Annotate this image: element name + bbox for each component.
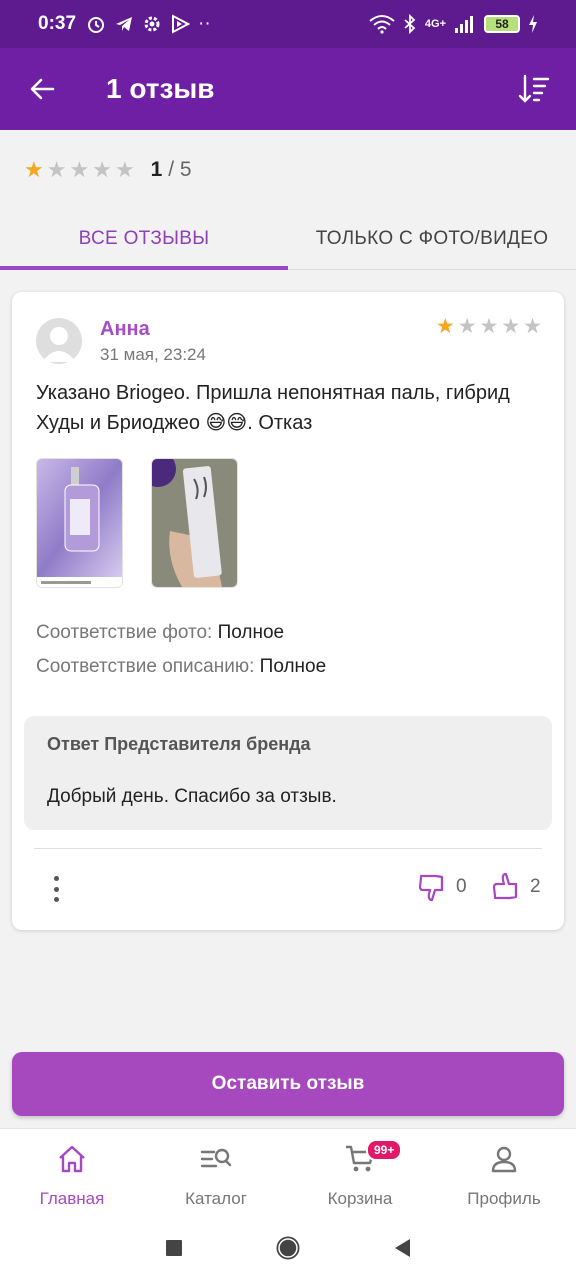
description-match-attribute: Соответствие описанию: Полное [36, 656, 326, 678]
product-photo-2 [152, 459, 237, 587]
star-icon: ★ [92, 157, 112, 182]
avatar-placeholder-icon [42, 327, 76, 362]
like-button[interactable]: 2 [492, 872, 541, 902]
brand-reply-text: Добрый день. Спасибо за отзыв. [47, 786, 337, 807]
star-icon: ★ [501, 315, 521, 338]
recents-square-icon[interactable] [164, 1238, 184, 1258]
review-card: Анна 31 мая, 23:24 ★ ★ ★ ★ ★ Указано Bri… [12, 292, 564, 930]
telegram-icon [116, 17, 133, 31]
attribute-value: Полное [217, 622, 285, 643]
home-circle-icon[interactable] [274, 1234, 302, 1262]
review-photo-1[interactable] [36, 458, 123, 588]
attribute-value: Полное [259, 656, 327, 677]
nav-label: Каталог [185, 1189, 247, 1208]
star-icon: ★ [457, 315, 477, 338]
review-text: Указано Briogeo. Пришла непонятная паль,… [36, 382, 510, 434]
review-author: Анна [100, 318, 150, 340]
alarm-icon [88, 17, 105, 33]
settings-icon [144, 16, 160, 32]
sort-icon [518, 74, 550, 103]
review-date: 31 мая, 23:24 [100, 345, 206, 364]
rating-row: ★ ★ ★ ★ ★ 1 / 5 [24, 158, 192, 182]
network-type: 4G+ [424, 18, 446, 30]
attribute-label: Соответствие описанию: [36, 656, 255, 677]
more-dots-icon: ·· [198, 13, 211, 34]
rating-number: 1 [150, 158, 163, 181]
dislike-button[interactable]: 0 [418, 872, 467, 902]
tab-all-reviews[interactable]: ВСЕ ОТЗЫВЫ [0, 208, 288, 270]
cart-badge: 99+ [366, 1139, 403, 1161]
star-icon: ★ [46, 157, 67, 182]
profile-icon [491, 1146, 517, 1173]
home-icon [59, 1145, 85, 1173]
nav-item-catalog[interactable]: Каталог [144, 1129, 288, 1216]
avatar [36, 318, 82, 364]
system-nav-bar [0, 1216, 576, 1280]
review-photo-2[interactable] [151, 458, 238, 588]
summary-stars: ★ ★ ★ ★ ★ [24, 159, 135, 181]
bluetooth-icon [404, 14, 416, 34]
review-photos [36, 458, 238, 588]
star-icon: ★ [479, 315, 499, 338]
back-button[interactable] [22, 69, 62, 109]
catalog-search-icon [200, 1148, 232, 1168]
star-icon: ★ [523, 315, 542, 338]
star-icon: ★ [114, 157, 135, 182]
rating-max: / 5 [168, 158, 192, 181]
sort-button[interactable] [514, 69, 554, 109]
brand-reply-title: Ответ Представителя бренда [47, 734, 311, 754]
nav-item-profile[interactable]: Профиль [432, 1129, 576, 1216]
page-title: 1 отзыв [106, 73, 215, 104]
photo-match-attribute: Соответствие фото: Полное [36, 622, 284, 644]
status-time: 0:37 [38, 13, 77, 34]
status-bar: 0:37 ·· 4G+ 58 [0, 0, 576, 48]
brand-reply: Ответ Представителя бренда Добрый день. … [24, 716, 552, 830]
tab-photo-video[interactable]: ТОЛЬКО С ФОТО/ВИДЕО [288, 208, 576, 269]
charging-icon [529, 15, 537, 33]
thumbs-down-icon [418, 874, 444, 902]
thumbs-up-icon [492, 872, 518, 900]
play-icon [172, 14, 191, 34]
nav-item-cart[interactable]: 99+ Корзина [288, 1129, 432, 1216]
bottom-nav: Главная Каталог 99+ Корзина Профиль [0, 1128, 576, 1216]
divider [34, 848, 542, 849]
nav-label: Профиль [467, 1189, 541, 1208]
star-icon: ★ [69, 157, 90, 182]
product-photo-1 [37, 459, 122, 587]
rating-value: 1 / 5 [151, 158, 192, 182]
star-icon: ★ [24, 157, 44, 182]
signal-icon [455, 16, 473, 33]
nav-item-home[interactable]: Главная [0, 1129, 144, 1216]
review-stars: ★ ★ ★ ★ ★ [436, 316, 542, 338]
star-icon: ★ [435, 315, 455, 338]
dislike-count: 0 [456, 876, 467, 897]
wifi-icon [369, 15, 395, 34]
leave-review-button[interactable]: Оставить отзыв [12, 1052, 564, 1116]
more-vertical-icon [53, 876, 59, 881]
rating-summary: ★ ★ ★ ★ ★ 1 / 5 ВСЕ ОТЗЫВЫ ТОЛЬКО С ФОТО… [0, 130, 576, 270]
more-options-button[interactable] [46, 876, 66, 902]
like-count: 2 [530, 876, 541, 897]
app-bar: 1 отзыв [0, 48, 576, 130]
battery-icon: 58 [484, 15, 520, 33]
attribute-label: Соответствие фото: [36, 622, 213, 643]
back-triangle-icon[interactable] [392, 1237, 412, 1259]
arrow-back-icon [30, 78, 55, 100]
review-tabs: ВСЕ ОТЗЫВЫ ТОЛЬКО С ФОТО/ВИДЕО [0, 208, 576, 270]
nav-label: Главная [39, 1189, 105, 1208]
nav-label: Корзина [327, 1189, 393, 1208]
